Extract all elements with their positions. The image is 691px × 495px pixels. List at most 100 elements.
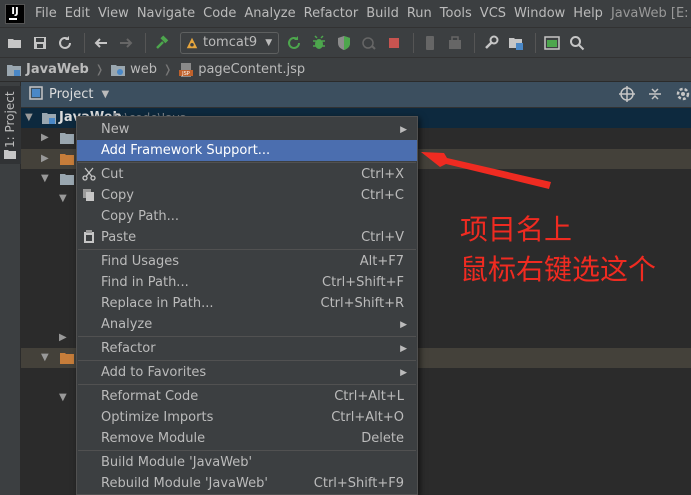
profile-button[interactable] (358, 32, 380, 54)
menu-separator (78, 360, 416, 361)
chevron-down-icon[interactable]: ▼ (101, 89, 109, 100)
project-tool-tab[interactable]: 1: Project (0, 86, 21, 164)
gear-icon[interactable] (675, 86, 691, 106)
run-configuration-select[interactable]: tomcat9 ▼ (180, 31, 280, 54)
menu-item-find-usages[interactable]: Find Usages Alt+F7 (77, 251, 417, 272)
breadcrumb: JavaWeb ❭ web ❭ JSP pageContent.jsp (0, 58, 691, 82)
build-button[interactable] (151, 32, 173, 54)
menu-item-label: Copy (101, 188, 134, 203)
jsp-file-icon-text: JSP (181, 71, 190, 77)
annotation-line-1: 项目名上 (460, 213, 573, 246)
menu-view[interactable]: View (94, 6, 133, 21)
collapse-all-icon[interactable] (647, 86, 663, 106)
menu-vcs[interactable]: VCS (476, 6, 510, 21)
menu-item-add-to-favorites[interactable]: Add to Favorites ▶ (77, 362, 417, 383)
menu-item-shortcut: Ctrl+Alt+L (334, 389, 404, 404)
menu-item-remove-module[interactable]: Remove Module Delete (77, 428, 417, 449)
expand-arrow-icon[interactable]: ▼ (25, 112, 33, 123)
menu-item-cut[interactable]: Cut Ctrl+X (77, 164, 417, 185)
debug-button[interactable] (308, 32, 330, 54)
sdk-button[interactable] (444, 32, 466, 54)
expand-arrow-icon[interactable]: ▼ (41, 352, 49, 363)
menu-item-label: Analyze (101, 317, 153, 332)
open-folder-button[interactable] (4, 32, 26, 54)
settings-button[interactable] (480, 32, 502, 54)
collapse-arrow-icon[interactable]: ▶ (41, 153, 49, 164)
menu-item-find-in-path[interactable]: Find in Path... Ctrl+Shift+F (77, 272, 417, 293)
menu-build[interactable]: Build (362, 6, 403, 21)
coverage-button[interactable] (333, 32, 355, 54)
clipboard-icon (84, 230, 94, 243)
menu-item-shortcut: Delete (361, 431, 404, 446)
menu-item-label: Remove Module (101, 431, 206, 446)
excluded-folder-icon (59, 351, 75, 369)
menu-item-copy-path[interactable]: Copy Path... (77, 206, 417, 227)
menu-window[interactable]: Window (510, 6, 569, 21)
menu-item-add-framework-support[interactable]: Add Framework Support... (77, 140, 417, 161)
menu-help[interactable]: Help (569, 6, 607, 21)
menu-separator (78, 384, 416, 385)
menu-item-copy[interactable]: Copy Ctrl+C (77, 185, 417, 206)
rerun-button[interactable] (283, 32, 305, 54)
menu-bar: IJ File Edit View Navigate Code Analyze … (0, 0, 691, 28)
menu-item-label: Find Usages (101, 254, 180, 269)
folder-icon (59, 131, 75, 149)
breadcrumb-separator-icon: ❭ (162, 63, 173, 76)
stop-button[interactable] (383, 32, 405, 54)
menu-item-shortcut: Alt+F7 (359, 254, 404, 269)
copy-icon (83, 189, 94, 201)
expand-arrow-icon[interactable]: ▼ (41, 173, 49, 184)
menu-item-refactor[interactable]: Refactor ▶ (77, 338, 417, 359)
arrow-left-icon (94, 37, 107, 48)
presentation-button[interactable] (541, 32, 563, 54)
breadcrumb-separator-icon: ❭ (94, 63, 105, 76)
logo-text: IJ (11, 5, 19, 17)
menu-refactor[interactable]: Refactor (300, 6, 363, 21)
search-everywhere-button[interactable] (566, 32, 588, 54)
menu-item-label: Reformat Code (101, 389, 199, 404)
toolbar-separator (84, 32, 85, 53)
collapse-arrow-icon[interactable]: ▶ (59, 332, 67, 343)
submenu-arrow-icon: ▶ (400, 343, 407, 354)
forward-button[interactable] (115, 32, 137, 54)
breadcrumb-file-label: pageContent.jsp (198, 62, 306, 77)
module-folder-icon (7, 64, 21, 76)
save-all-button[interactable] (29, 32, 51, 54)
menu-item-analyze[interactable]: Analyze ▶ (77, 314, 417, 335)
project-panel-header: Project ▼ (21, 82, 691, 108)
breadcrumb-project[interactable]: JavaWeb (6, 62, 89, 77)
search-icon (570, 35, 585, 50)
window-title: JavaWeb [E: (610, 6, 689, 21)
menu-item-label: Rebuild Module 'JavaWeb' (101, 476, 268, 491)
menu-item-build-module[interactable]: Build Module 'JavaWeb' (77, 452, 417, 473)
project-structure-button[interactable] (505, 32, 527, 54)
menu-item-reformat-code[interactable]: Reformat Code Ctrl+Alt+L (77, 386, 417, 407)
breadcrumb-folder[interactable]: web (110, 62, 157, 77)
device-button[interactable] (419, 32, 441, 54)
menu-item-optimize-imports[interactable]: Optimize Imports Ctrl+Alt+O (77, 407, 417, 428)
rerun-icon (288, 35, 301, 49)
menu-item-new[interactable]: New ▶ (77, 119, 417, 140)
run-configuration-label: tomcat9 (203, 35, 258, 50)
menu-analyze[interactable]: Analyze (240, 6, 299, 21)
menu-navigate[interactable]: Navigate (133, 6, 199, 21)
project-panel-title[interactable]: Project (49, 87, 93, 102)
menu-run[interactable]: Run (403, 6, 436, 21)
expand-arrow-icon[interactable]: ▼ (59, 193, 67, 204)
menu-item-paste[interactable]: Paste Ctrl+V (77, 227, 417, 248)
menu-tools[interactable]: Tools (436, 6, 476, 21)
menu-separator (78, 249, 416, 250)
menu-item-rebuild-module[interactable]: Rebuild Module 'JavaWeb' Ctrl+Shift+F9 (77, 473, 417, 494)
back-button[interactable] (90, 32, 112, 54)
menu-item-replace-in-path[interactable]: Replace in Path... Ctrl+Shift+R (77, 293, 417, 314)
breadcrumb-file[interactable]: JSP pageContent.jsp (178, 62, 305, 78)
collapse-arrow-icon[interactable]: ▶ (41, 132, 49, 143)
menu-item-shortcut: Ctrl+Alt+O (331, 410, 404, 425)
sync-button[interactable] (54, 32, 76, 54)
menu-code[interactable]: Code (199, 6, 240, 21)
expand-arrow-icon[interactable]: ▼ (59, 392, 67, 403)
menu-item-label: Paste (101, 230, 137, 245)
locate-icon[interactable] (619, 86, 635, 106)
menu-file[interactable]: File (31, 6, 61, 21)
menu-edit[interactable]: Edit (61, 6, 94, 21)
